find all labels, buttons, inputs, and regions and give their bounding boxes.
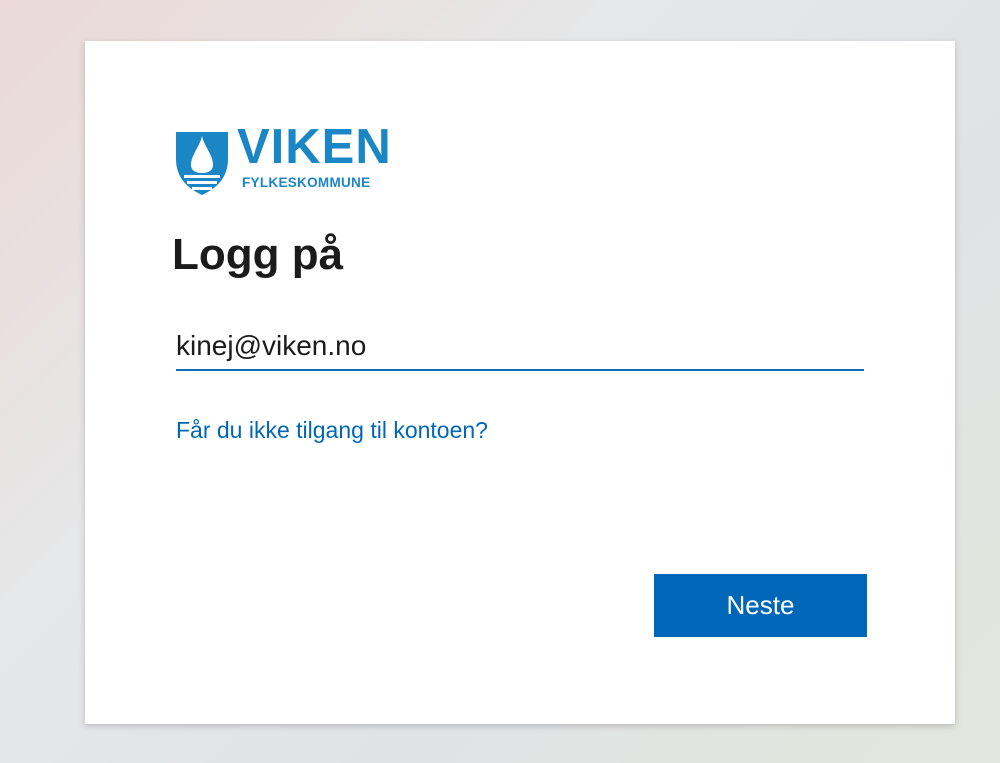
sign-in-card: VIKEN FYLKESKOMMUNE Logg på Får du ikke … bbox=[85, 41, 955, 724]
brand-name: VIKEN bbox=[237, 120, 392, 174]
email-field[interactable] bbox=[176, 323, 864, 371]
viken-logo: VIKEN FYLKESKOMMUNE bbox=[175, 123, 397, 197]
shield-icon bbox=[175, 129, 229, 197]
page-title: Logg på bbox=[172, 230, 344, 279]
next-button[interactable]: Neste bbox=[654, 574, 867, 637]
brand-subtitle: FYLKESKOMMUNE bbox=[242, 175, 371, 190]
cant-access-account-link[interactable]: Får du ikke tilgang til kontoen? bbox=[176, 417, 488, 443]
